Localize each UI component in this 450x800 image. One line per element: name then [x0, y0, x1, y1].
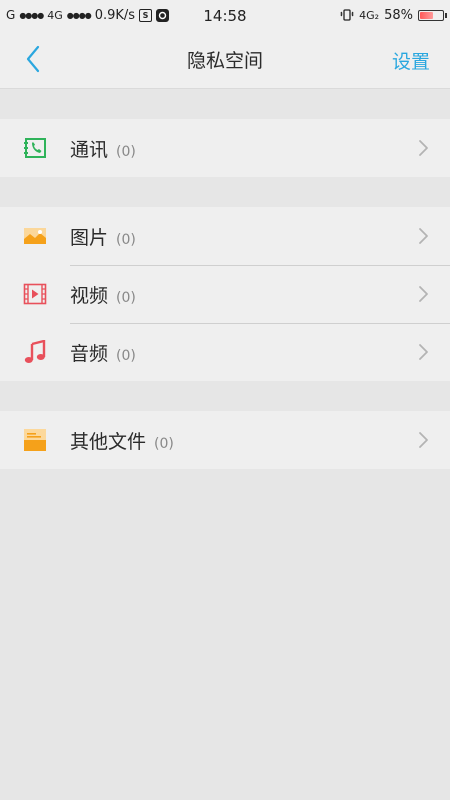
vibrate-icon — [340, 9, 354, 21]
chevron-right-icon — [419, 286, 428, 302]
status-bar: G ●●●● 4G ●●●● 0.9K/s S 14:58 4G₂ 58% — [0, 0, 450, 30]
list-item-pictures[interactable]: 图片 (0) — [0, 207, 450, 265]
group-contacts: 通讯 (0) — [0, 119, 450, 177]
chevron-right-icon — [419, 228, 428, 244]
signal-strength-1: ●●●● — [19, 10, 44, 20]
list-item-label: 通讯 — [70, 138, 109, 161]
chevron-right-icon — [419, 344, 428, 360]
list-item-label: 图片 — [70, 226, 109, 249]
settings-button[interactable]: 设置 — [392, 47, 430, 74]
carrier-label: G — [6, 8, 16, 22]
notification-s-icon: S — [139, 8, 153, 22]
status-right: 4G₂ 58% — [340, 7, 447, 23]
list-item-count: (0) — [154, 435, 174, 452]
group-media: 图片 (0) 视频 (0) 音频 (0) — [0, 207, 450, 381]
nav-bar: 隐私空间 设置 — [0, 30, 450, 89]
battery-icon — [418, 9, 447, 21]
list-item-other-files[interactable]: 其他文件 (0) — [0, 411, 450, 469]
network-speed: 0.9K/s — [94, 7, 136, 23]
battery-percent: 58% — [384, 7, 413, 23]
list-item-label: 视频 — [70, 284, 109, 307]
picture-icon — [22, 223, 48, 249]
list-item-videos[interactable]: 视频 (0) — [0, 265, 450, 323]
network-type-right: 4G₂ — [359, 8, 380, 22]
contacts-icon — [22, 135, 48, 161]
battery-level — [420, 11, 433, 19]
status-left: G ●●●● 4G ●●●● 0.9K/s S — [6, 7, 170, 23]
video-icon — [22, 281, 48, 307]
back-button[interactable] — [18, 44, 48, 74]
list-item-label: 其他文件 — [70, 430, 147, 453]
list-item-count: (0) — [116, 347, 136, 364]
page-title: 隐私空间 — [186, 49, 263, 72]
chevron-right-icon — [419, 432, 428, 448]
list-item-audio[interactable]: 音频 (0) — [0, 323, 450, 381]
list-item-count: (0) — [116, 143, 136, 160]
list-item-count: (0) — [116, 231, 136, 248]
list-item-label: 音频 — [70, 342, 109, 365]
list-item-count: (0) — [116, 289, 136, 306]
list-item-contacts[interactable]: 通讯 (0) — [0, 119, 450, 177]
network-type-1: 4G — [47, 8, 63, 22]
privacy-space-screen: G ●●●● 4G ●●●● 0.9K/s S 14:58 4G₂ 58% 隐私… — [0, 0, 450, 800]
notification-app-icon — [156, 8, 170, 22]
folder-icon — [22, 427, 48, 453]
signal-strength-2: ●●●● — [66, 10, 92, 20]
group-other-files: 其他文件 (0) — [0, 411, 450, 469]
chevron-right-icon — [419, 140, 428, 156]
music-icon — [22, 339, 48, 365]
chevron-left-icon — [26, 45, 40, 73]
